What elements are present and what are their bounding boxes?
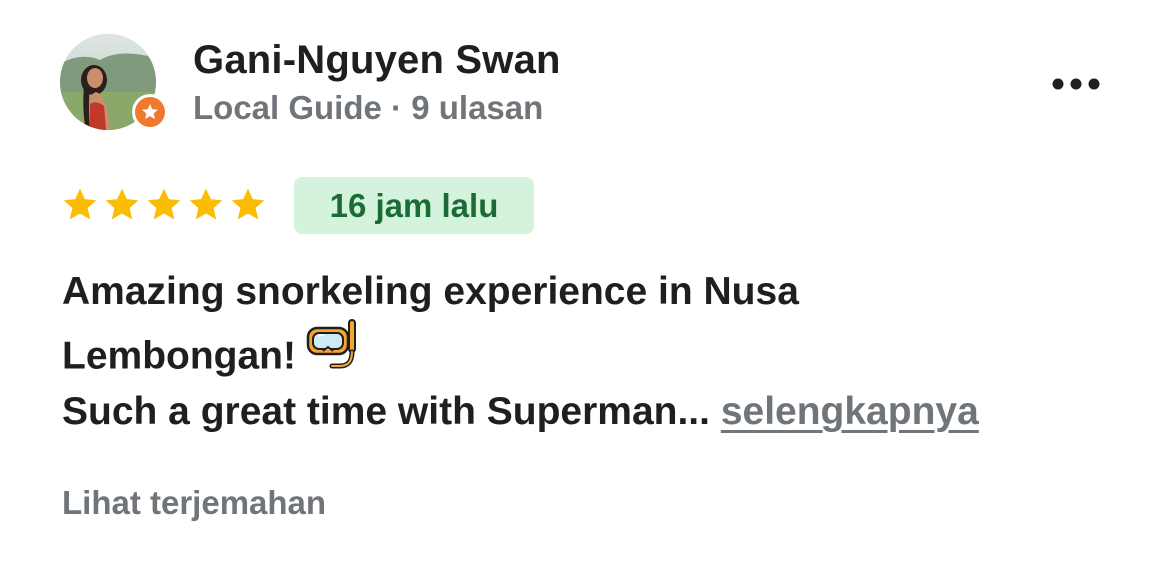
review-text-segment: Such a great time with Superman... <box>62 390 721 433</box>
star-badge-icon <box>142 104 158 119</box>
reviewer-review-count: 9 ulasan <box>411 89 544 126</box>
review-time-badge: 16 jam lalu <box>294 177 534 234</box>
star-icon <box>186 185 226 225</box>
review-text-line: Amazing snorkeling experience in Nusa <box>62 270 799 313</box>
reviewer-name[interactable]: Gani-Nguyen Swan <box>193 38 561 83</box>
star-icon <box>228 185 268 225</box>
review-body: Amazing snorkeling experience in Nusa Le… <box>62 262 1142 442</box>
more-horizontal-icon <box>1052 78 1100 90</box>
star-icon <box>144 185 184 225</box>
star-icon <box>60 185 100 225</box>
reviewer-meta[interactable]: Local Guide · 9 ulasan <box>193 89 543 127</box>
meta-separator: · <box>391 89 403 126</box>
more-options-button[interactable] <box>1044 64 1108 104</box>
star-icon <box>102 185 142 225</box>
diving-mask-emoji-icon <box>306 318 358 390</box>
star-rating <box>60 185 268 225</box>
local-guide-badge <box>132 94 168 130</box>
review-card: Gani-Nguyen Swan Local Guide · 9 ulasan … <box>0 0 1170 562</box>
reviewer-avatar-group[interactable] <box>60 34 170 134</box>
read-more-link[interactable]: selengkapnya <box>721 390 979 433</box>
review-text-line: Such a great time with Superman... selen… <box>62 382 1142 442</box>
review-text-line: Lembongan! <box>62 319 1142 382</box>
review-text-segment: Lembongan! <box>62 334 296 378</box>
see-translation-link[interactable]: Lihat terjemahan <box>62 484 326 522</box>
reviewer-role: Local Guide <box>193 89 382 126</box>
